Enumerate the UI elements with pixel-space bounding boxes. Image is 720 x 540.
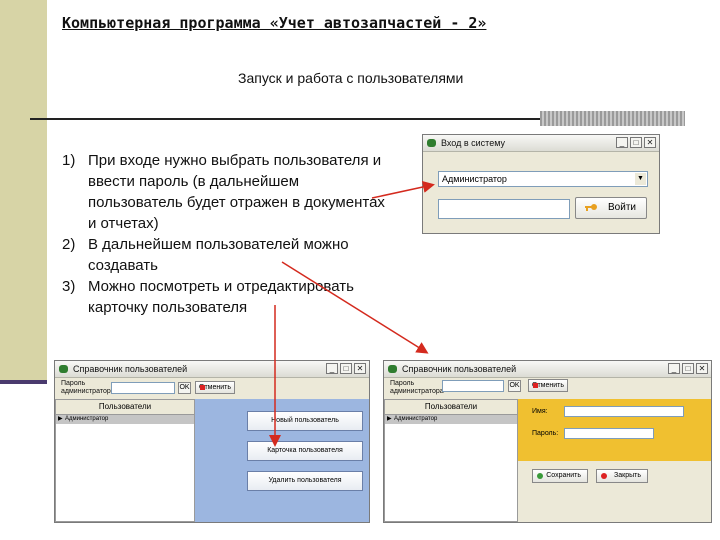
step-number: 2) [62, 236, 76, 253]
maximize-button[interactable]: □ [630, 137, 642, 148]
users-window-left: Справочник пользователей _ □ ✕ Пароль ад… [54, 360, 370, 523]
cancel-icon [533, 383, 538, 388]
save-button-label: Сохранить [546, 472, 581, 479]
users-window-right-titlebar: Справочник пользователей _ □ ✕ [384, 361, 711, 378]
step-item: 3) Можно посмотреть и отредактировать кар… [62, 276, 392, 318]
slide-title: Компьютерная программа «Учет автозапчаст… [62, 14, 487, 32]
window-controls: _ □ ✕ [616, 137, 656, 148]
app-icon [59, 365, 68, 373]
minimize-button[interactable]: _ [616, 137, 628, 148]
list-item[interactable]: ▶ Администратор [56, 415, 194, 424]
step-text: При входе нужно выбрать пользователя и в… [88, 152, 385, 232]
app-icon [388, 365, 397, 373]
step-item: 2) В дальнейшем пользователей можно созда… [62, 234, 392, 276]
ok-button[interactable]: OK [508, 380, 521, 392]
window-controls: _ □ ✕ [326, 363, 366, 374]
password-input[interactable] [438, 199, 570, 219]
admin-password-label: Пароль [61, 380, 86, 387]
close-card-button[interactable]: Закрыть [596, 469, 648, 483]
maximize-button[interactable]: □ [340, 363, 352, 374]
user-card-panel: Имя: Пароль: [518, 399, 711, 461]
admin-password-label-2: администратора [390, 388, 444, 395]
step-text: В дальнейшем пользователей можно создава… [88, 236, 349, 274]
user-select-value: Администратор [442, 174, 507, 184]
step-text: Можно посмотреть и отредактировать карто… [88, 278, 354, 316]
step-item: 1) При входе нужно выбрать пользователя и… [62, 150, 392, 234]
users-list: Пользователи ▶ Администратор [55, 399, 195, 522]
name-label: Имя: [532, 408, 548, 415]
users-list-header: Пользователи [56, 400, 194, 415]
minimize-button[interactable]: _ [668, 363, 680, 374]
cancel-icon [200, 385, 205, 390]
close-button[interactable]: ✕ [354, 363, 366, 374]
list-item-label: Администратор [394, 416, 438, 422]
row-pointer-icon: ▶ [387, 416, 392, 422]
key-icon [585, 204, 597, 211]
step-number: 1) [62, 152, 76, 169]
user-select[interactable]: Администратор ▼ [438, 171, 648, 187]
close-card-button-label: Закрыть [614, 472, 641, 479]
admin-password-label-2: администратора [61, 388, 115, 395]
save-button[interactable]: Сохранить [532, 469, 588, 483]
close-button[interactable]: ✕ [696, 363, 708, 374]
chevron-down-icon[interactable]: ▼ [635, 173, 646, 185]
enter-button[interactable]: Войти [575, 197, 647, 219]
admin-password-input[interactable] [111, 382, 175, 394]
ok-button[interactable]: OK [178, 382, 191, 394]
login-window-titlebar: Вход в систему _ □ ✕ [423, 135, 659, 152]
list-item-label: Администратор [65, 416, 109, 422]
steps-list: 1) При входе нужно выбрать пользователя и… [62, 150, 392, 318]
delete-user-button[interactable]: Удалить пользователя [247, 471, 363, 491]
app-icon [427, 139, 436, 147]
decorative-side-bar [0, 0, 47, 382]
admin-password-input[interactable] [442, 380, 504, 392]
name-input[interactable] [564, 406, 684, 417]
new-user-button[interactable]: Новый пользователь [247, 411, 363, 431]
minimize-button[interactable]: _ [326, 363, 338, 374]
login-window: Вход в систему _ □ ✕ Администратор ▼ Вой… [422, 134, 660, 234]
save-icon [537, 473, 543, 479]
password-field-label: Пароль: [532, 430, 559, 437]
side-bar-stripe [0, 380, 47, 384]
actions-panel: Новый пользователь Карточка пользователя… [195, 399, 369, 522]
slide-subtitle: Запуск и работа с пользователями [238, 70, 464, 86]
users-window-left-title: Справочник пользователей [73, 364, 188, 374]
cancel-button[interactable]: Отменить [195, 381, 235, 394]
users-window-right: Справочник пользователей _ □ ✕ Пароль ад… [383, 360, 712, 523]
window-controls: _ □ ✕ [668, 363, 708, 374]
login-window-title: Вход в систему [441, 138, 505, 148]
enter-button-label: Войти [608, 202, 636, 213]
user-card-button[interactable]: Карточка пользователя [247, 441, 363, 461]
users-list-header: Пользователи [385, 400, 517, 415]
list-item[interactable]: ▶ Администратор [385, 415, 517, 424]
admin-password-label: Пароль [390, 380, 415, 387]
maximize-button[interactable]: □ [682, 363, 694, 374]
decorative-hatched-block [540, 111, 685, 126]
users-window-right-title: Справочник пользователей [402, 364, 517, 374]
cancel-button[interactable]: Отменить [528, 379, 568, 392]
step-number: 3) [62, 278, 76, 295]
users-window-left-titlebar: Справочник пользователей _ □ ✕ [55, 361, 369, 378]
close-icon [601, 473, 607, 479]
users-list: Пользователи ▶ Администратор [384, 399, 518, 522]
password-field-input[interactable] [564, 428, 654, 439]
close-button[interactable]: ✕ [644, 137, 656, 148]
row-pointer-icon: ▶ [58, 416, 63, 422]
